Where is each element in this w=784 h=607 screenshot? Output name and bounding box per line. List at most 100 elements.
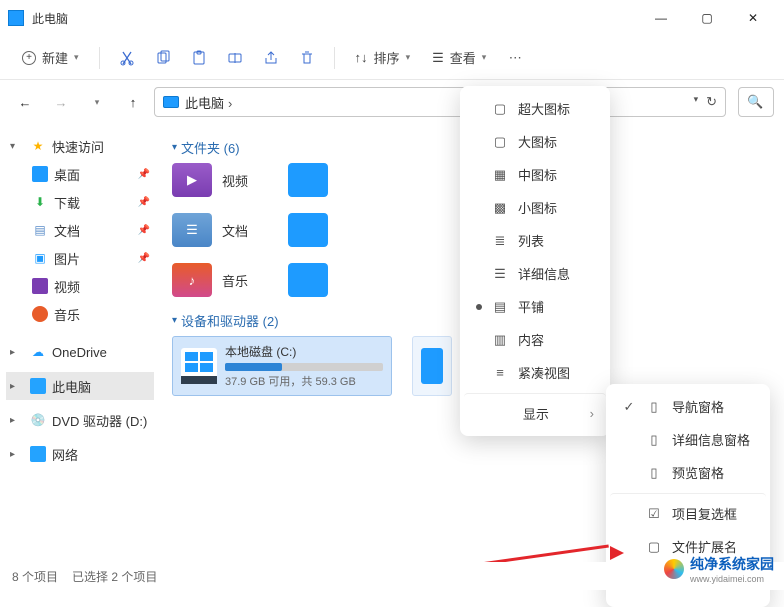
- cut-button[interactable]: [112, 43, 142, 73]
- chevron-right-icon[interactable]: ▸: [10, 381, 24, 392]
- close-button[interactable]: ✕: [730, 2, 776, 34]
- folder-music[interactable]: ♪音乐: [172, 263, 248, 297]
- chevron-right-icon[interactable]: ▸: [10, 347, 24, 358]
- menu-item-list[interactable]: ≣列表: [464, 224, 606, 257]
- menu-item-medium[interactable]: ▦中图标: [464, 158, 606, 191]
- menu-label: 项目复选框: [672, 504, 737, 523]
- minimize-button[interactable]: —: [638, 2, 684, 34]
- separator: [334, 47, 335, 69]
- music-icon: [32, 306, 48, 322]
- new-label: 新建: [42, 48, 68, 67]
- chevron-down-icon[interactable]: ▾: [10, 141, 24, 152]
- pane-icon: ▯: [646, 432, 662, 448]
- search-input[interactable]: 🔍: [738, 87, 774, 117]
- sidebar-downloads[interactable]: ⬇下载📌: [6, 188, 154, 216]
- sidebar-item-label: 音乐: [54, 305, 150, 324]
- chevron-down-icon: ▾: [172, 315, 177, 326]
- grid-icon: ▢: [492, 134, 508, 150]
- new-button[interactable]: + 新建 ▾: [14, 44, 87, 71]
- drive-c[interactable]: 本地磁盘 (C:) 37.9 GB 可用，共 59.3 GB: [172, 336, 392, 396]
- menu-item-small[interactable]: ▩ 小图标: [464, 191, 606, 224]
- sidebar-item-label: 快速访问: [52, 137, 150, 156]
- sidebar-this-pc[interactable]: ▸此电脑: [6, 372, 154, 400]
- cloud-icon: ☁: [30, 344, 46, 360]
- menu-label: 显示: [492, 404, 580, 423]
- view-button[interactable]: ☰ 查看 ▾: [424, 44, 494, 71]
- paste-button[interactable]: [184, 43, 214, 73]
- drive-icon: [421, 348, 443, 384]
- menu-label: 紧凑视图: [518, 363, 570, 382]
- chevron-right-icon[interactable]: ▸: [10, 449, 24, 460]
- pane-icon: ▯: [646, 399, 662, 415]
- menu-label: 列表: [518, 231, 544, 250]
- watermark: 纯净系统家园 www.yidaimei.com: [664, 554, 774, 584]
- window-title: 此电脑: [32, 10, 638, 27]
- sidebar-item-label: 图片: [54, 249, 132, 268]
- menu-label: 内容: [518, 330, 544, 349]
- forward-button[interactable]: →: [46, 87, 76, 117]
- chevron-down-icon: ▾: [482, 52, 487, 63]
- menu-label: 大图标: [518, 132, 557, 151]
- sort-button[interactable]: ↑↓ 排序 ▾: [347, 44, 419, 71]
- menu-item-show[interactable]: 显示›: [464, 393, 606, 430]
- menu-label: 超大图标: [518, 99, 570, 118]
- sidebar-desktop[interactable]: 桌面📌: [6, 160, 154, 188]
- menu-item-checkboxes[interactable]: ☑项目复选框: [610, 493, 766, 530]
- address-bar[interactable]: 此电脑 ▾ ↻: [154, 87, 726, 117]
- menu-label: 小图标: [518, 198, 557, 217]
- folder-videos[interactable]: ▶视频: [172, 163, 248, 197]
- folder-documents[interactable]: ☰文档: [172, 213, 248, 247]
- folder-item[interactable]: [288, 263, 328, 297]
- share-button[interactable]: [256, 43, 286, 73]
- chevron-right-icon[interactable]: ▸: [10, 415, 24, 426]
- rename-button[interactable]: [220, 43, 250, 73]
- view-label: 查看: [450, 48, 476, 67]
- address-root[interactable]: 此电脑: [185, 93, 232, 112]
- folder-icon: [288, 213, 328, 247]
- menu-item-details-pane[interactable]: ▯详细信息窗格: [610, 423, 766, 456]
- grid-icon: ▩: [492, 200, 508, 216]
- sidebar-documents[interactable]: ▤文档📌: [6, 216, 154, 244]
- status-items: 8 个项目: [12, 568, 58, 585]
- sidebar-network[interactable]: ▸网络: [6, 440, 154, 468]
- grid-icon: ▢: [492, 101, 508, 117]
- menu-item-tiles[interactable]: ▤平铺: [464, 290, 606, 323]
- folder-label: 视频: [222, 171, 248, 190]
- sidebar-pictures[interactable]: ▣图片📌: [6, 244, 154, 272]
- document-icon: ▤: [32, 222, 48, 238]
- maximize-button[interactable]: ▢: [684, 2, 730, 34]
- delete-button[interactable]: [292, 43, 322, 73]
- separator: [99, 47, 100, 69]
- sidebar-dvd[interactable]: ▸💿DVD 驱动器 (D:) CP: [6, 406, 154, 434]
- sidebar-videos[interactable]: 视频: [6, 272, 154, 300]
- menu-label: 详细信息: [518, 264, 570, 283]
- menu-item-details[interactable]: ☰详细信息: [464, 257, 606, 290]
- menu-item-content[interactable]: ▥内容: [464, 323, 606, 356]
- compact-icon: ≡: [492, 365, 508, 381]
- copy-button[interactable]: [148, 43, 178, 73]
- folder-item[interactable]: [288, 213, 328, 247]
- menu-item-extra-large[interactable]: ▢ 超大图标: [464, 92, 606, 125]
- folder-icon: [288, 263, 328, 297]
- refresh-button[interactable]: ↻: [706, 94, 717, 110]
- view-menu: ▢ 超大图标 ▢ 大图标 ▦中图标 ▩ 小图标 ≣列表 ☰详细信息 ▤平铺 ▥内容 ≡…: [460, 86, 610, 436]
- menu-item-compact[interactable]: ≡ 紧凑视图: [464, 356, 606, 389]
- drive-usage-bar: [225, 363, 383, 371]
- plus-icon: +: [22, 51, 36, 65]
- drive-d[interactable]: [412, 336, 452, 396]
- sidebar-quick-access[interactable]: ▾★快速访问: [6, 132, 154, 160]
- video-icon: [32, 278, 48, 294]
- sidebar-onedrive[interactable]: ▸☁OneDrive: [6, 338, 154, 366]
- folder-item[interactable]: [288, 163, 328, 197]
- chevron-down-icon[interactable]: ▾: [694, 94, 699, 110]
- pin-icon: 📌: [138, 197, 150, 208]
- menu-item-large[interactable]: ▢ 大图标: [464, 125, 606, 158]
- drive-sublabel: 37.9 GB 可用，共 59.3 GB: [225, 373, 383, 389]
- more-button[interactable]: ⋯: [500, 43, 530, 73]
- menu-item-nav-pane[interactable]: ✓▯导航窗格: [610, 390, 766, 423]
- back-button[interactable]: ←: [10, 87, 40, 117]
- menu-item-preview-pane[interactable]: ▯预览窗格: [610, 456, 766, 489]
- sidebar-music[interactable]: 音乐: [6, 300, 154, 328]
- up-button[interactable]: ↑: [118, 87, 148, 117]
- recent-button[interactable]: ▾: [82, 87, 112, 117]
